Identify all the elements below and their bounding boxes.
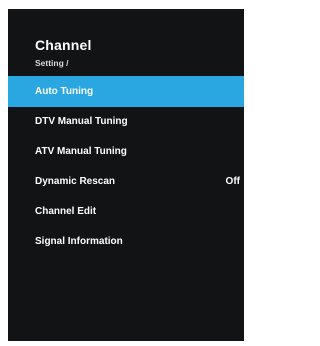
channel-menu-list: Auto Tuning DTV Manual Tuning ATV Manual…	[8, 76, 244, 257]
menu-item-label: Signal Information	[35, 236, 123, 247]
menu-item-label: Dynamic Rescan	[35, 176, 116, 187]
menu-item-label: Channel Edit	[35, 206, 97, 217]
menu-item-atv-manual-tuning[interactable]: ATV Manual Tuning	[8, 137, 244, 167]
channel-menu-panel: Channel Setting / Auto Tuning DTV Manual…	[8, 9, 244, 341]
menu-item-dtv-manual-tuning[interactable]: DTV Manual Tuning	[8, 107, 244, 137]
menu-item-channel-edit[interactable]: Channel Edit	[8, 197, 244, 227]
breadcrumb: Setting /	[35, 58, 69, 68]
dynamic-rescan-value: Off	[225, 176, 240, 187]
menu-item-dynamic-rescan[interactable]: Dynamic Rescan Off	[8, 167, 244, 197]
menu-item-label: DTV Manual Tuning	[35, 116, 128, 127]
page-title: Channel	[35, 37, 92, 53]
menu-item-auto-tuning[interactable]: Auto Tuning	[8, 76, 244, 107]
menu-item-label: Auto Tuning	[35, 86, 94, 97]
menu-item-label: ATV Manual Tuning	[35, 146, 127, 157]
menu-item-signal-information[interactable]: Signal Information	[8, 227, 244, 257]
